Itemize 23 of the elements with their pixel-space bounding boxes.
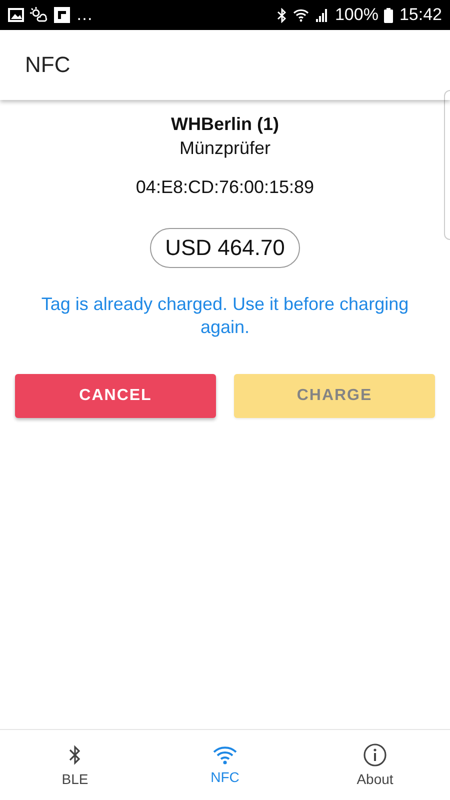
battery-percentage: 100% [334, 5, 378, 25]
tag-uid: 04:E8:CD:76:00:15:89 [136, 177, 314, 198]
signal-icon [314, 8, 329, 22]
tag-type: Münzprüfer [179, 138, 271, 159]
bluetooth-icon [276, 8, 287, 22]
bluetooth-icon [69, 743, 81, 767]
status-message: Tag is already charged. Use it before charging again. [40, 293, 410, 339]
more-notifications: … [76, 5, 93, 25]
app-bar-title: NFC [25, 52, 70, 78]
nav-tab[interactable]: BLE [0, 730, 150, 800]
image-icon [8, 8, 24, 22]
cancel-button[interactable]: CANCEL [15, 374, 216, 418]
balance-pill: USD 464.70 [150, 228, 300, 268]
clock: 15:42 [399, 5, 442, 25]
wifi-icon [292, 8, 309, 22]
nav-tab[interactable]: NFC [150, 730, 300, 800]
wifi-icon [213, 745, 237, 765]
nav-tab[interactable]: About [300, 730, 450, 800]
tag-name: WHBerlin (1) [171, 114, 279, 135]
app-icon [54, 7, 70, 23]
weather-icon [30, 7, 48, 23]
battery-icon [384, 8, 394, 22]
info-icon [363, 743, 387, 767]
